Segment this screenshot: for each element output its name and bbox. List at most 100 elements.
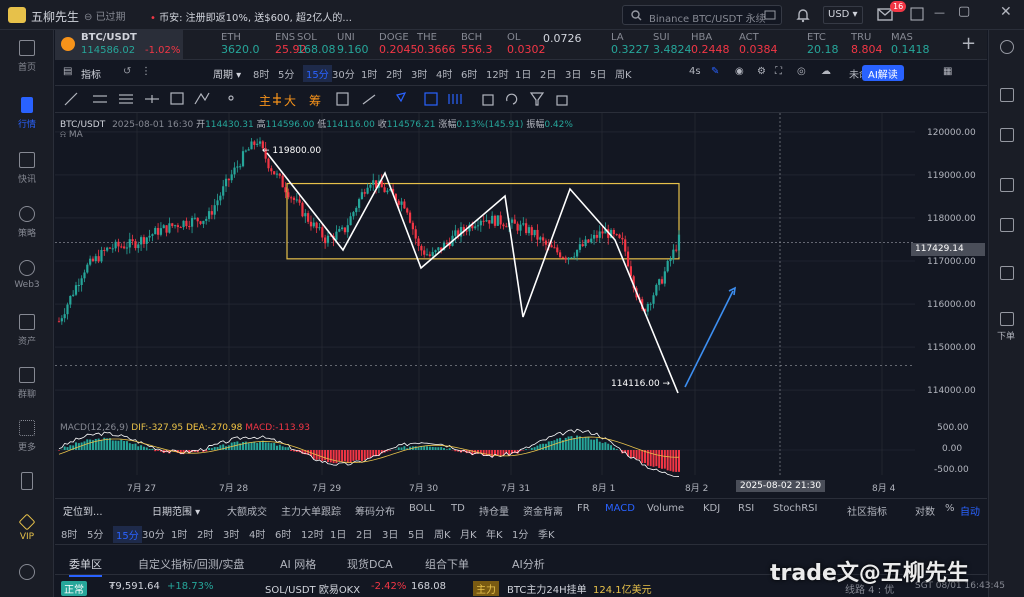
- watch-pair[interactable]: SOL/USDT 欧易OKX: [265, 581, 360, 596]
- sidebar-item-vip[interactable]: VIP: [0, 513, 54, 542]
- indicator-5[interactable]: 持仓量: [479, 503, 509, 518]
- cloud-icon[interactable]: ☁: [821, 66, 831, 77]
- ai-interpret-button[interactable]: AI解读: [862, 65, 904, 81]
- sidebar-item-web3[interactable]: Web3: [0, 260, 54, 290]
- interval-bottom-10[interactable]: 1日: [330, 526, 346, 541]
- sidebar-item-device[interactable]: [0, 472, 54, 494]
- interval-bottom-7[interactable]: 4时: [249, 526, 265, 541]
- interval-5[interactable]: 2时: [386, 66, 402, 81]
- plus-circle-icon[interactable]: [1000, 40, 1014, 54]
- ticker-item[interactable]: SUI 3.4824: [653, 32, 692, 59]
- indicator-11[interactable]: RSI: [738, 503, 754, 514]
- license-status[interactable]: ⊖ 已过期: [84, 8, 126, 23]
- interval-bottom-18[interactable]: 季K: [538, 526, 555, 541]
- sidebar-item-strategy[interactable]: 策略: [0, 206, 54, 239]
- ticker-item[interactable]: LA 0.3227: [611, 32, 650, 59]
- ticker-main[interactable]: BTC/USDT 114586.02 -1.02%: [55, 30, 183, 59]
- indicator-4[interactable]: TD: [451, 503, 465, 514]
- indicator-2[interactable]: 筹码分布: [355, 503, 395, 518]
- currency-select[interactable]: USD ▾: [823, 6, 863, 24]
- add-ticker-button[interactable]: +: [961, 33, 976, 54]
- interval-14[interactable]: 周K: [615, 66, 632, 81]
- order-icon[interactable]: [1000, 312, 1014, 326]
- indicator-3[interactable]: BOLL: [409, 503, 435, 514]
- interval-bottom-5[interactable]: 2时: [197, 526, 213, 541]
- ticker-item[interactable]: DOGE 0.2045: [379, 32, 418, 59]
- locate-button[interactable]: 定位到...: [63, 503, 103, 518]
- interval-11[interactable]: 2日: [540, 66, 556, 81]
- log-toggle[interactable]: 对数: [915, 503, 935, 518]
- interval-bottom-12[interactable]: 3日: [382, 526, 398, 541]
- more-icon[interactable]: ⋮: [141, 66, 151, 77]
- search-input[interactable]: Binance BTC/USDT 永续: [622, 5, 782, 25]
- interval-7[interactable]: 4时: [436, 66, 452, 81]
- sidebar-item-settings[interactable]: [0, 564, 54, 584]
- indicator-1[interactable]: 主力大单跟踪: [281, 503, 341, 518]
- indicator-9[interactable]: Volume: [647, 503, 684, 514]
- panel-tab-3[interactable]: 现货DCA: [347, 556, 393, 572]
- settings-icon[interactable]: ⚙: [757, 66, 766, 77]
- indicator-6[interactable]: 资金背离: [523, 503, 563, 518]
- interval-bottom-16[interactable]: 年K: [486, 526, 503, 541]
- interval-bottom-11[interactable]: 2日: [356, 526, 372, 541]
- indicator-button[interactable]: 指标: [81, 66, 101, 81]
- indicator-12[interactable]: StochRSI: [773, 503, 817, 514]
- percent-toggle[interactable]: %: [945, 503, 955, 514]
- ticker-item[interactable]: HBA 0.2448: [691, 32, 730, 59]
- price-chart[interactable]: 120000.00 119000.00 118000.00 117000.00 1160…: [55, 113, 985, 495]
- sidebar-item-news[interactable]: 快讯: [0, 152, 54, 185]
- sidebar-item-assets[interactable]: 资产: [0, 314, 54, 347]
- panel-tab-4[interactable]: 组合下单: [425, 556, 469, 572]
- auto-toggle[interactable]: 自动: [960, 503, 980, 518]
- ma-legend[interactable]: ⍾ MA: [60, 130, 83, 140]
- panel-tab-2[interactable]: AI 网格: [280, 556, 316, 572]
- date-range-button[interactable]: 日期范围 ▾: [152, 503, 200, 518]
- fullscreen-icon[interactable]: ⛶: [775, 66, 782, 77]
- order-label[interactable]: 下单: [997, 329, 1015, 342]
- interval-bottom-13[interactable]: 5日: [408, 526, 424, 541]
- panel-tab-5[interactable]: AI分析: [512, 556, 545, 572]
- panel-tab-0[interactable]: 委单区: [69, 556, 102, 577]
- ticker-item[interactable]: BCH 556.3: [461, 32, 493, 59]
- layout-icon[interactable]: ▤: [63, 66, 72, 77]
- book-icon[interactable]: [1000, 266, 1014, 280]
- grid-icon[interactable]: [1000, 218, 1014, 232]
- interval-3[interactable]: 30分: [332, 66, 355, 81]
- news-ticker[interactable]: • 币安: 注册即返10%, 送$600, 超2亿人的...: [150, 9, 352, 24]
- maximize-icon[interactable]: ▢: [958, 4, 970, 19]
- interval-bottom-17[interactable]: 1分: [512, 526, 528, 541]
- interval-8[interactable]: 6时: [461, 66, 477, 81]
- panel-tab-1[interactable]: 自定义指标/回测/实盘: [138, 556, 244, 572]
- list-icon[interactable]: [1000, 128, 1014, 142]
- interval-bottom-1[interactable]: 5分: [87, 526, 103, 541]
- document-icon[interactable]: [1000, 88, 1014, 102]
- indicator-0[interactable]: 大额成交: [227, 503, 267, 518]
- ticker-item[interactable]: SOL 168.08: [297, 32, 336, 59]
- indicator-8[interactable]: MACD: [605, 503, 635, 514]
- interval-bottom-8[interactable]: 6时: [275, 526, 291, 541]
- sidebar-item-market[interactable]: 行情: [0, 97, 54, 130]
- interval-bottom-6[interactable]: 3时: [223, 526, 239, 541]
- undo-icon[interactable]: ↺: [123, 66, 131, 77]
- interval-bottom-0[interactable]: 8时: [61, 526, 77, 541]
- ticker-item[interactable]: THE 0.3666: [417, 32, 456, 59]
- interval-10[interactable]: 1日: [515, 66, 531, 81]
- main-force-label[interactable]: 主: [259, 92, 271, 109]
- interval-6[interactable]: 3时: [411, 66, 427, 81]
- pen-icon[interactable]: ✎: [711, 66, 719, 77]
- bell-icon[interactable]: [796, 7, 810, 23]
- interval-12[interactable]: 3日: [565, 66, 581, 81]
- interval-0[interactable]: 8时: [253, 66, 269, 81]
- sidebar-item-chat[interactable]: 群聊: [0, 367, 54, 400]
- interval-bottom-3[interactable]: 30分: [142, 526, 165, 541]
- ticker-item[interactable]: MAS 0.1418: [891, 32, 930, 59]
- chip-label[interactable]: 筹: [309, 92, 321, 109]
- ticker-item[interactable]: 0.0726: [543, 32, 582, 59]
- interval-2[interactable]: 15分: [303, 65, 332, 82]
- sidebar-item-more[interactable]: 更多: [0, 420, 54, 453]
- period-button[interactable]: 周期 ▾: [213, 66, 241, 81]
- eye-icon[interactable]: ◎: [797, 66, 806, 77]
- interval-bottom-2[interactable]: 15分: [113, 526, 142, 543]
- layout-grid-icon[interactable]: ▦: [943, 66, 952, 77]
- trend-icon[interactable]: [1000, 178, 1014, 192]
